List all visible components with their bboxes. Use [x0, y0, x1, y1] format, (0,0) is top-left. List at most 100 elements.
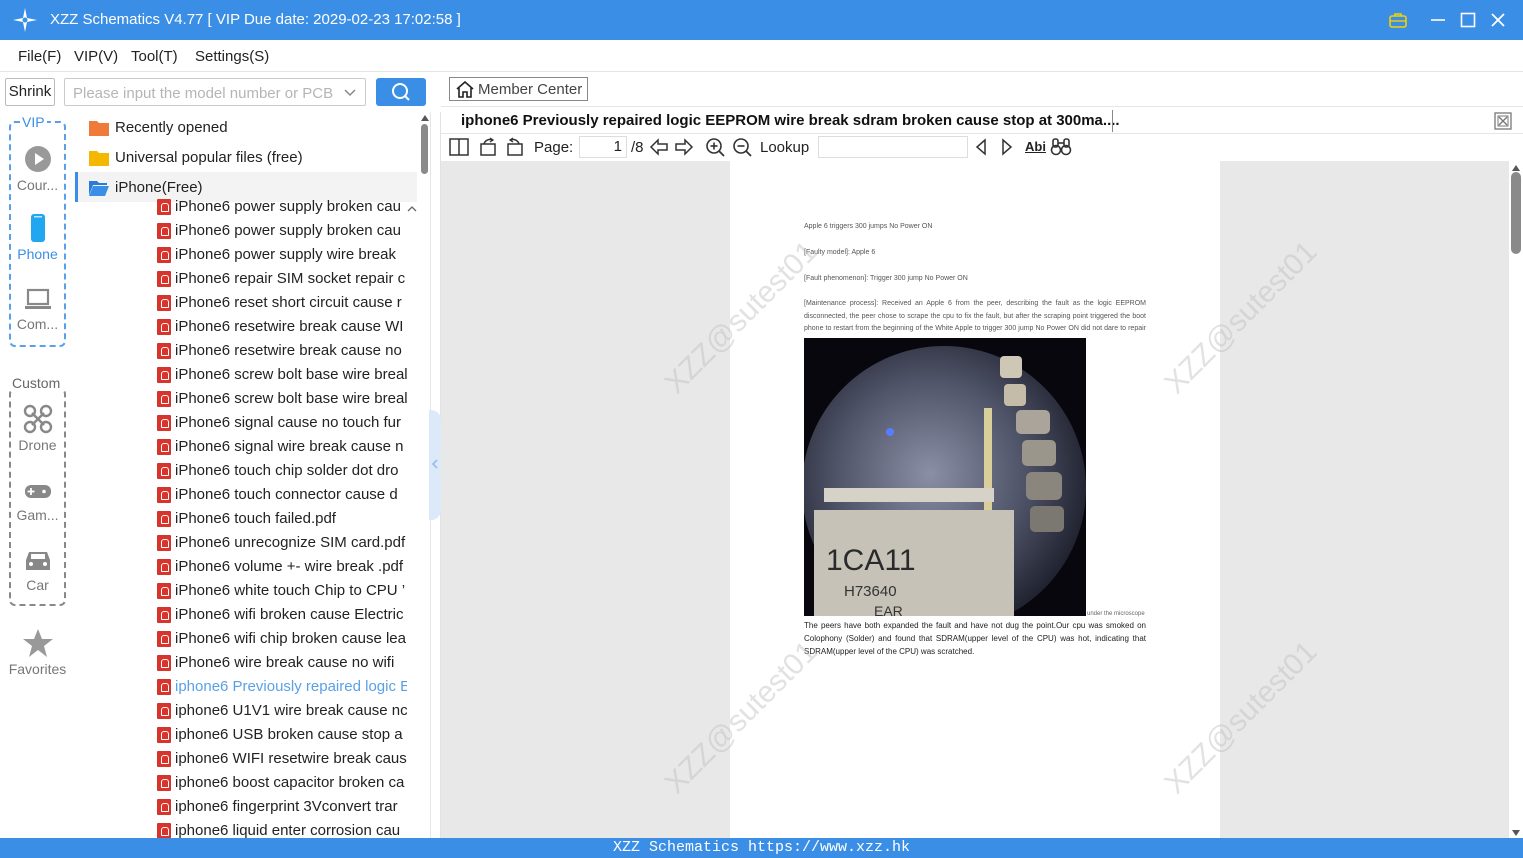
file-item[interactable]: iPhone6 touch connector cause d [155, 484, 407, 508]
file-item[interactable]: iPhone6 reset short circuit cause r [155, 292, 407, 316]
car-icon [25, 552, 50, 570]
nav-courses[interactable]: Cour... [5, 144, 70, 193]
folder-universal-popular[interactable]: Universal popular files (free) [75, 142, 417, 172]
scroll-up-icon[interactable] [421, 115, 429, 121]
nav-drone[interactable]: Drone [5, 404, 70, 453]
menu-vip[interactable]: VIP(V) [74, 48, 118, 65]
pdf-icon [157, 319, 171, 335]
file-item[interactable]: iPhone6 repair SIM socket repair c [155, 268, 407, 292]
find-next-icon[interactable] [999, 137, 1015, 157]
rotate-left-icon[interactable] [478, 137, 498, 157]
file-item[interactable]: iphone6 U1V1 wire break cause nc [155, 700, 407, 724]
document-tab-bar: iphone6 Previously repaired logic EEPROM… [441, 106, 1523, 134]
nav-courses-label: Cour... [16, 177, 59, 193]
collapse-arrow-icon[interactable] [406, 204, 418, 214]
file-item[interactable]: iPhone6 wire break cause no wifi [155, 652, 407, 676]
file-item[interactable]: iphone6 fingerprint 3Vconvert trar [155, 796, 407, 820]
doc-fault-phenomenon: [Fault phenomenon]: Trigger 300 jump No … [804, 275, 968, 282]
pdf-icon [157, 799, 171, 815]
pdf-icon [157, 295, 171, 311]
collapse-panel-handle[interactable] [429, 410, 441, 520]
folder-recently-opened[interactable]: Recently opened [75, 112, 417, 142]
viewer-scrollbar-thumb[interactable] [1511, 172, 1521, 254]
file-item[interactable]: iPhone6 wifi chip broken cause lea [155, 628, 407, 652]
file-item[interactable]: iphone6 boost capacitor broken ca [155, 772, 407, 796]
nav-computer[interactable]: Com... [5, 285, 70, 332]
nav-games[interactable]: Gam... [5, 478, 70, 523]
file-item[interactable]: iPhone6 power supply wire break [155, 244, 407, 268]
microscope-photo: 1CA11 H73640 EAR [804, 338, 1086, 616]
file-item[interactable]: iPhone6 touch chip solder dot dro [155, 460, 407, 484]
pdf-icon [157, 727, 171, 743]
menu-tool[interactable]: Tool(T) [131, 48, 178, 65]
minimize-icon[interactable] [1426, 8, 1450, 32]
chevron-down-icon[interactable] [343, 85, 357, 99]
file-item[interactable]: iphone6 WIFI resetwire break caus [155, 748, 407, 772]
folder-label: Universal popular files (free) [115, 149, 303, 166]
pdf-icon [157, 607, 171, 623]
briefcase-icon[interactable] [1386, 8, 1410, 32]
drone-icon [23, 404, 52, 434]
sidebar-toggle-icon[interactable] [449, 137, 469, 157]
file-item[interactable]: iPhone6 power supply broken cau [155, 220, 407, 244]
search-combobox[interactable] [64, 78, 366, 106]
match-case-toggle[interactable]: Abi [1025, 139, 1046, 154]
file-item[interactable]: iPhone6 resetwire break cause WI [155, 316, 407, 340]
find-previous-icon[interactable] [973, 137, 989, 157]
file-name: iPhone6 screw bolt base wire breal [175, 366, 407, 383]
viewer-scrollbar[interactable] [1509, 161, 1523, 838]
pdf-icon [157, 775, 171, 791]
file-item[interactable]: iPhone6 white touch Chip to CPU ’ [155, 580, 407, 604]
scroll-down-icon[interactable] [1512, 830, 1520, 836]
binoculars-icon[interactable] [1050, 137, 1072, 157]
folder-icon [89, 121, 109, 136]
file-item[interactable]: iPhone6 wifi broken cause Electric [155, 604, 407, 628]
pdf-viewer[interactable]: Apple 6 triggers 300 jumps No Power ON [… [441, 161, 1509, 838]
file-item[interactable]: iPhone6 screw bolt base wire breal [155, 388, 407, 412]
file-item[interactable]: iPhone6 unrecognize SIM card.pdf [155, 532, 407, 556]
file-item[interactable]: iPhone6 resetwire break cause no [155, 340, 407, 364]
close-icon[interactable] [1486, 8, 1510, 32]
document-tab[interactable]: iphone6 Previously repaired logic EEPROM… [461, 112, 1120, 129]
zoom-in-icon[interactable] [705, 137, 725, 157]
nav-phone[interactable]: Phone [5, 213, 70, 262]
close-document-icon[interactable] [1494, 112, 1512, 130]
next-page-icon[interactable] [674, 137, 694, 157]
file-item[interactable]: iphone6 USB broken cause stop a [155, 724, 407, 748]
pdf-icon [157, 247, 171, 263]
scroll-up-icon[interactable] [1512, 165, 1520, 171]
member-center-button[interactable]: Member Center [449, 77, 588, 101]
tree-scrollbar-thumb[interactable] [421, 124, 428, 174]
file-name: iPhone6 power supply wire break [175, 246, 396, 263]
file-item[interactable]: iPhone6 screw bolt base wire breal [155, 364, 407, 388]
file-item[interactable]: iPhone6 signal cause no touch fur [155, 412, 407, 436]
pdf-icon [157, 559, 171, 575]
menu-file[interactable]: File(F) [18, 48, 61, 65]
page-number-input[interactable]: 1 [579, 136, 627, 158]
shrink-button[interactable]: Shrink [5, 78, 55, 106]
nav-computer-label: Com... [16, 316, 59, 332]
pdf-icon [157, 391, 171, 407]
previous-page-icon[interactable] [649, 137, 669, 157]
nav-favorites[interactable]: Favorites [5, 628, 70, 677]
file-name: iphone6 fingerprint 3Vconvert trar [175, 798, 398, 815]
file-name: iPhone6 signal wire break cause n [175, 438, 404, 455]
file-item[interactable]: iPhone6 touch failed.pdf [155, 508, 407, 532]
rotate-right-icon[interactable] [505, 137, 525, 157]
file-item[interactable]: iphone6 liquid enter corrosion cau [155, 820, 407, 838]
file-item[interactable]: iPhone6 power supply broken cau [155, 196, 407, 220]
file-name: iPhone6 touch chip solder dot dro [175, 462, 399, 479]
file-item[interactable]: iPhone6 signal wire break cause n [155, 436, 407, 460]
search-button[interactable] [376, 78, 426, 106]
search-input[interactable] [73, 83, 333, 103]
file-name: iphone6 boost capacitor broken ca [175, 774, 405, 791]
maximize-icon[interactable] [1456, 8, 1480, 32]
file-item[interactable]: iPhone6 volume +- wire break .pdf [155, 556, 407, 580]
menu-settings[interactable]: Settings(S) [195, 48, 269, 65]
nav-games-label: Gam... [16, 507, 59, 523]
file-item[interactable]: iphone6 Previously repaired logic E [155, 676, 407, 700]
tab-separator [1112, 110, 1113, 132]
nav-car[interactable]: Car [5, 546, 70, 593]
zoom-out-icon[interactable] [732, 137, 752, 157]
lookup-input[interactable] [818, 136, 968, 158]
